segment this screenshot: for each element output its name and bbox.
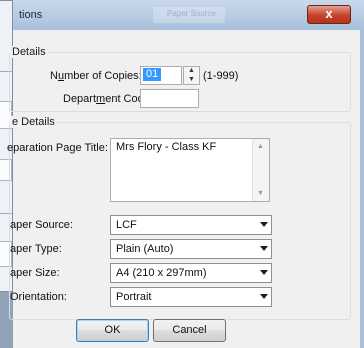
paper-source-select[interactable]: LCF (110, 215, 272, 235)
chevron-down-icon (260, 294, 268, 299)
orientation-select[interactable]: Portrait (110, 287, 272, 307)
separation-page-title-value: Mrs Flory - Class KF (116, 141, 217, 153)
scroll-up-icon[interactable]: ▲ (257, 143, 264, 150)
blurred-title-text: Paper Source (167, 9, 216, 18)
separation-page-title-label: eparation Page Title: (7, 142, 108, 154)
copies-value: 01 (143, 68, 162, 81)
orientation-value: Portrait (116, 291, 152, 303)
spin-down-icon[interactable]: ▼ (184, 76, 199, 84)
close-button[interactable]: x (307, 5, 351, 24)
copies-input[interactable]: 01 (140, 66, 182, 85)
chevron-down-icon (260, 222, 268, 227)
paper-source-label: aper Source: (10, 219, 73, 231)
dept-label-pre: Depart (63, 93, 97, 105)
dialog-body: Details Number of Copies: 01 ▲ ▼ (1-999)… (7, 30, 364, 348)
title-bar: tions Paper Source x (13, 0, 364, 30)
orientation-label: Orientation: (10, 291, 67, 303)
copies-label-pre: N (50, 70, 58, 82)
blurred-title-tab: Paper Source (153, 7, 225, 23)
close-icon: x (325, 6, 333, 21)
dept-label-accel: m (96, 93, 106, 105)
paper-size-value: A4 (210 x 297mm) (116, 267, 207, 279)
scroll-down-icon[interactable]: ▼ (257, 190, 264, 197)
separation-page-title-input[interactable]: Mrs Flory - Class KF ▲ ▼ (110, 138, 270, 202)
print-options-dialog: tions Paper Source x Details Number of C… (7, 0, 364, 348)
paper-size-label: aper Size: (10, 267, 60, 279)
ok-button[interactable]: OK (76, 319, 149, 342)
spin-up-icon[interactable]: ▲ (184, 67, 199, 75)
paper-type-select[interactable]: Plain (Auto) (110, 239, 272, 259)
paper-source-value: LCF (116, 219, 137, 231)
chevron-down-icon (260, 270, 268, 275)
chevron-down-icon (260, 246, 268, 251)
paper-size-select[interactable]: A4 (210 x 297mm) (110, 263, 272, 283)
number-of-copies-label: Number of Copies: (50, 70, 142, 82)
cancel-button[interactable]: Cancel (153, 319, 226, 342)
copies-label-post: mber of Copies: (64, 70, 142, 82)
department-code-input[interactable] (140, 89, 199, 108)
copies-spinner[interactable]: ▲ ▼ (183, 66, 200, 85)
textarea-scrollbar[interactable]: ▲ ▼ (252, 139, 269, 201)
details-group-title: e Details (10, 116, 57, 128)
dialog-title: tions (19, 9, 43, 21)
paper-type-value: Plain (Auto) (116, 243, 174, 255)
copies-range: (1-999) (203, 70, 239, 82)
copies-group-title: Details (10, 46, 48, 58)
paper-type-label: aper Type: (10, 243, 62, 255)
